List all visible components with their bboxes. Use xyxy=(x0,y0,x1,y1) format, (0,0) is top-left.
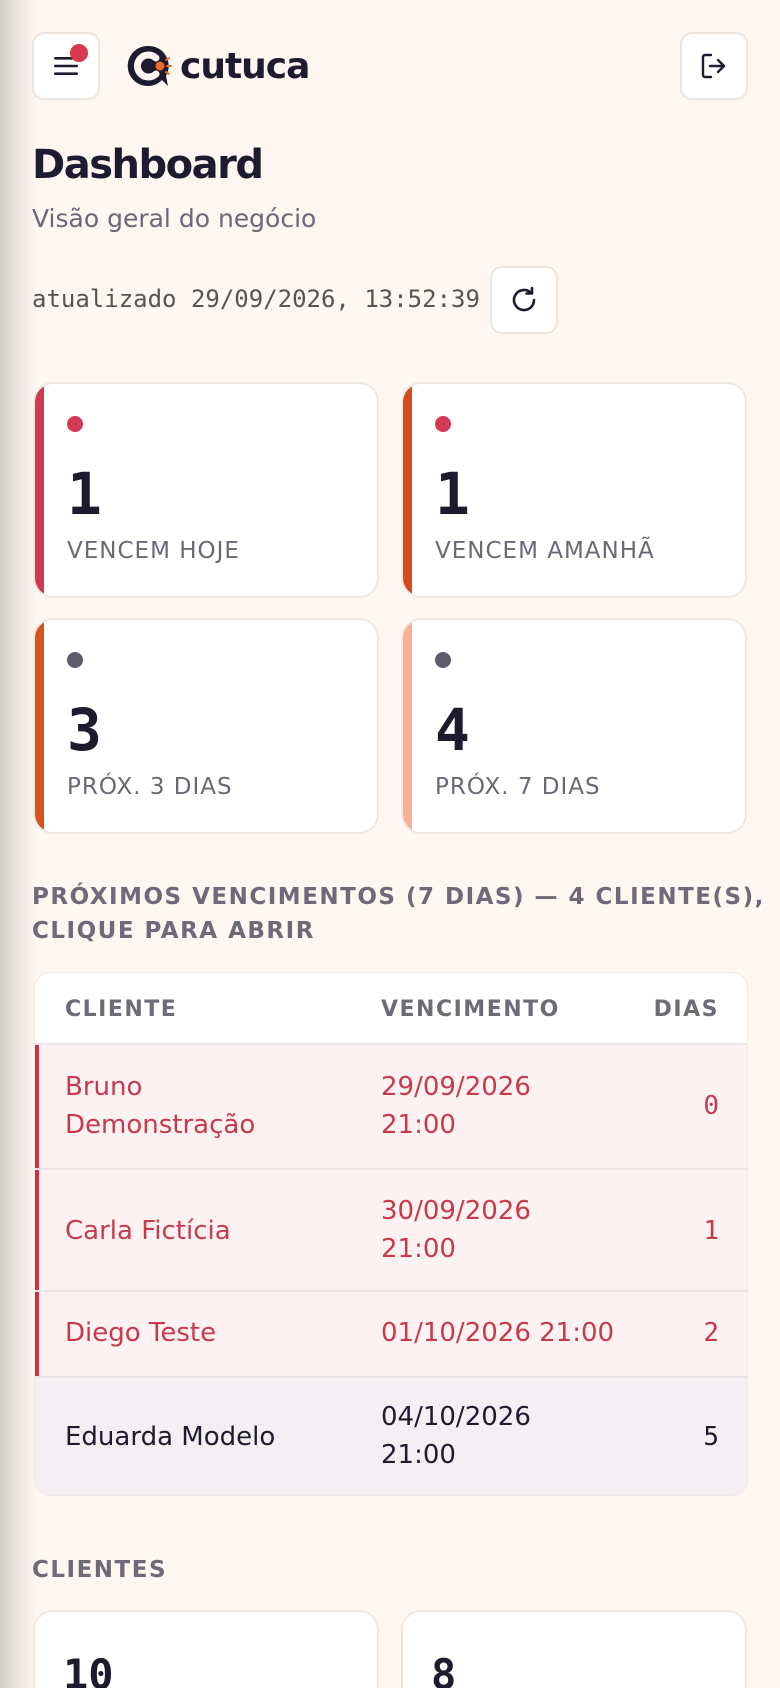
refresh-icon xyxy=(512,286,536,312)
client-name: Carla Fictícia xyxy=(65,1216,231,1246)
page-title: Dashboard xyxy=(32,142,264,188)
client-name-line: Bruno xyxy=(65,1072,143,1102)
notification-dot xyxy=(70,44,88,62)
logout-button[interactable] xyxy=(680,32,748,100)
stat-label: VENCEM AMANHÃ xyxy=(435,538,655,564)
drawer-shadow-edge xyxy=(0,0,36,1688)
brand-logo[interactable]: cutuca xyxy=(124,40,310,92)
table-header: CLIENTE VENCIMENTO DIAS xyxy=(35,973,747,1045)
brand-name: cutuca xyxy=(180,45,310,87)
status-dot xyxy=(67,416,83,432)
status-dot xyxy=(67,652,83,668)
due-date-line: 30/09/2026 xyxy=(381,1196,531,1226)
days-remaining: 1 xyxy=(703,1216,719,1246)
table-row[interactable]: Carla Fictícia 30/09/2026 21:00 1 xyxy=(35,1170,747,1292)
client-name: Diego Teste xyxy=(65,1318,217,1348)
table-row[interactable]: Diego Teste 01/10/2026 21:00 2 xyxy=(35,1292,747,1378)
logo-mark-icon xyxy=(127,45,172,86)
stat-value: 3 xyxy=(67,696,102,764)
clients-stat-card-total[interactable]: 10 xyxy=(33,1610,379,1688)
table-row[interactable]: Eduarda Modelo 04/10/2026 21:00 5 xyxy=(35,1378,747,1495)
stat-value: 8 xyxy=(431,1650,457,1688)
client-name: Bruno Demonstração xyxy=(65,1068,365,1144)
due-date: 04/10/2026 21:00 xyxy=(381,1398,631,1474)
clients-section-heading: CLIENTES xyxy=(32,1557,168,1583)
due-time-line: 21:00 xyxy=(381,1110,456,1140)
stat-value: 1 xyxy=(67,460,102,528)
due-time-line: 21:00 xyxy=(381,1440,456,1470)
upcoming-table: CLIENTE VENCIMENTO DIAS Bruno Demonstraç… xyxy=(34,972,748,1496)
stat-label: PRÓX. 7 DIAS xyxy=(435,774,601,800)
column-header-days[interactable]: DIAS xyxy=(654,997,719,1022)
days-remaining: 5 xyxy=(703,1422,719,1452)
stat-label: VENCEM HOJE xyxy=(67,538,240,564)
due-time-line: 21:00 xyxy=(381,1234,456,1264)
heading-line: CLIQUE PARA ABRIR xyxy=(32,918,315,944)
column-header-client[interactable]: CLIENTE xyxy=(65,997,177,1022)
column-header-due[interactable]: VENCIMENTO xyxy=(381,997,560,1022)
days-remaining: 2 xyxy=(703,1318,719,1348)
logout-icon xyxy=(701,53,726,79)
stat-value: 4 xyxy=(435,696,470,764)
menu-button[interactable] xyxy=(32,32,100,100)
stat-card-next-7-days[interactable]: 4 PRÓX. 7 DIAS xyxy=(401,618,747,834)
due-date: 01/10/2026 21:00 xyxy=(381,1318,615,1348)
table-row[interactable]: Bruno Demonstração 29/09/2026 21:00 0 xyxy=(35,1045,747,1170)
stat-label: PRÓX. 3 DIAS xyxy=(67,774,233,800)
due-date: 29/09/2026 21:00 xyxy=(381,1068,631,1144)
stat-card-due-tomorrow[interactable]: 1 VENCEM AMANHÃ xyxy=(401,382,747,598)
client-name: Eduarda Modelo xyxy=(65,1422,276,1452)
days-remaining: 0 xyxy=(703,1091,719,1121)
refresh-button[interactable] xyxy=(490,266,558,334)
client-name-line: Demonstração xyxy=(65,1110,256,1140)
stat-accent-bar xyxy=(403,620,412,832)
page-subtitle: Visão geral do negócio xyxy=(32,204,317,233)
upcoming-section-heading: PRÓXIMOS VENCIMENTOS (7 DIAS) — 4 CLIENT… xyxy=(32,880,765,948)
due-date: 30/09/2026 21:00 xyxy=(381,1192,631,1268)
status-dot xyxy=(435,416,451,432)
row-urgency-bar xyxy=(35,1170,39,1290)
stat-accent-bar xyxy=(35,384,44,596)
stat-accent-bar xyxy=(403,384,412,596)
status-dot xyxy=(435,652,451,668)
clients-stat-card-active[interactable]: 8 xyxy=(401,1610,747,1688)
app-header: cutuca xyxy=(32,32,748,100)
stat-value: 1 xyxy=(435,460,470,528)
stat-card-next-3-days[interactable]: 3 PRÓX. 3 DIAS xyxy=(33,618,379,834)
due-date-line: 04/10/2026 xyxy=(381,1402,531,1432)
heading-line: PRÓXIMOS VENCIMENTOS (7 DIAS) — 4 CLIENT… xyxy=(32,884,765,910)
stat-card-due-today[interactable]: 1 VENCEM HOJE xyxy=(33,382,379,598)
last-updated-timestamp: atualizado 29/09/2026, 13:52:39 xyxy=(32,285,480,313)
stat-accent-bar xyxy=(35,620,44,832)
due-date-line: 29/09/2026 xyxy=(381,1072,531,1102)
row-urgency-bar xyxy=(35,1045,39,1168)
row-urgency-bar xyxy=(35,1292,39,1376)
stat-value: 10 xyxy=(63,1650,114,1688)
